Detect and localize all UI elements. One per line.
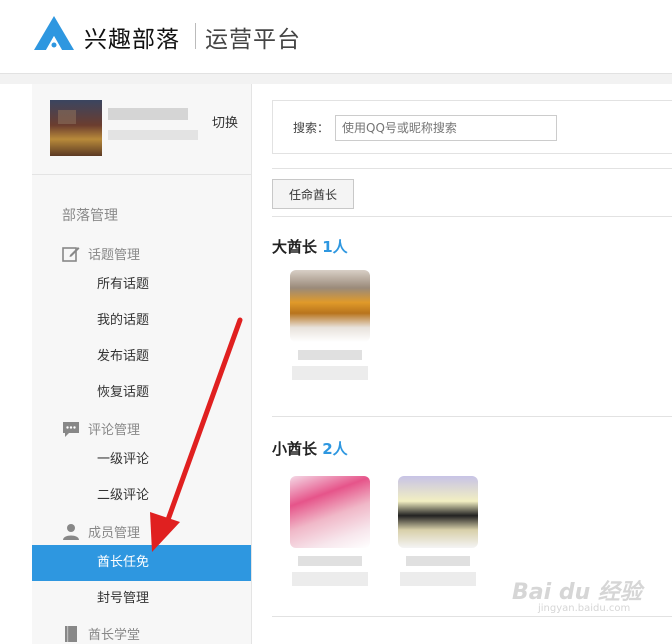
divider	[272, 416, 672, 417]
nav-item-all-topics[interactable]: 所有话题	[32, 267, 251, 303]
nav-group-label[interactable]: 酋长学堂	[88, 624, 140, 643]
big-chief-title: 大酋长	[272, 238, 318, 256]
nav-item-level2-comments[interactable]: 二级评论	[32, 478, 251, 514]
member-info-blurred	[292, 366, 368, 380]
top-header: 兴趣部落 运营平台	[0, 0, 672, 74]
big-chief-count: 1人	[322, 238, 348, 256]
member-name-blurred	[406, 556, 470, 566]
user-card: 切换	[32, 84, 251, 175]
nav-item-my-topics[interactable]: 我的话题	[32, 303, 251, 339]
small-chief-heading: 小酋长 2人	[272, 438, 348, 459]
big-chief-member[interactable]	[290, 270, 370, 390]
platform-title: 运营平台	[205, 27, 301, 53]
baidu-watermark-url: jingyan.baidu.com	[538, 603, 631, 614]
brand-name[interactable]: 兴趣部落	[84, 20, 180, 54]
divider	[272, 216, 672, 217]
section-title-tribe-management: 部落管理	[62, 208, 118, 224]
nav-item-chief-appointment[interactable]: 酋长任免	[32, 545, 251, 581]
member-info-blurred	[292, 572, 368, 586]
member-avatar[interactable]	[290, 476, 370, 548]
user-info-blurred	[108, 130, 198, 140]
member-info-blurred	[400, 572, 476, 586]
divider	[272, 168, 672, 169]
main-content: 搜索： 任命酋长 大酋长 1人 小酋长 2人	[272, 84, 672, 644]
edit-icon	[62, 246, 80, 262]
nav-item-restore-topic[interactable]: 恢复话题	[32, 375, 251, 411]
nav-group-comments: 评论管理	[62, 419, 140, 438]
search-input[interactable]	[335, 115, 557, 141]
nav-item-ban-management[interactable]: 封号管理	[32, 581, 251, 617]
member-name-blurred	[298, 556, 362, 566]
nav-item-publish-topic[interactable]: 发布话题	[32, 339, 251, 375]
member-name-blurred	[298, 350, 362, 360]
nav-group-label: 话题管理	[88, 248, 141, 263]
nav-group-label: 评论管理	[88, 423, 141, 438]
nav-group-chief-school: 酋长学堂	[62, 624, 140, 643]
nav-group-label: 成员管理	[88, 526, 141, 541]
nav-item-level1-comments[interactable]: 一级评论	[32, 442, 251, 478]
big-chief-heading: 大酋长 1人	[272, 236, 348, 257]
person-icon	[63, 523, 79, 540]
book-icon	[65, 625, 77, 642]
divider	[272, 616, 672, 617]
search-label: 搜索：	[293, 121, 330, 135]
comment-icon	[63, 421, 79, 437]
username-blurred	[108, 108, 188, 120]
brand-divider	[195, 23, 196, 49]
small-chief-count: 2人	[322, 440, 348, 458]
sidebar: 切换 部落管理 话题管理 所有话题 我的话题 发布话题 恢复话题 评论管理 一级…	[32, 84, 252, 644]
small-chief-member-2[interactable]	[398, 476, 478, 596]
appoint-chief-button[interactable]: 任命酋长	[272, 179, 354, 209]
search-bar: 搜索：	[272, 100, 672, 154]
nav-group-topics: 话题管理	[62, 244, 140, 263]
tent-logo-icon[interactable]	[32, 14, 76, 54]
avatar[interactable]	[50, 100, 102, 156]
small-chief-title: 小酋长	[272, 440, 318, 458]
nav-group-members: 成员管理	[62, 522, 140, 541]
member-avatar[interactable]	[398, 476, 478, 548]
header-gap	[0, 74, 672, 84]
switch-link[interactable]: 切换	[212, 112, 238, 131]
baidu-watermark: Bai du 经验	[512, 580, 642, 605]
member-avatar[interactable]	[290, 270, 370, 342]
small-chief-member-1[interactable]	[290, 476, 370, 596]
